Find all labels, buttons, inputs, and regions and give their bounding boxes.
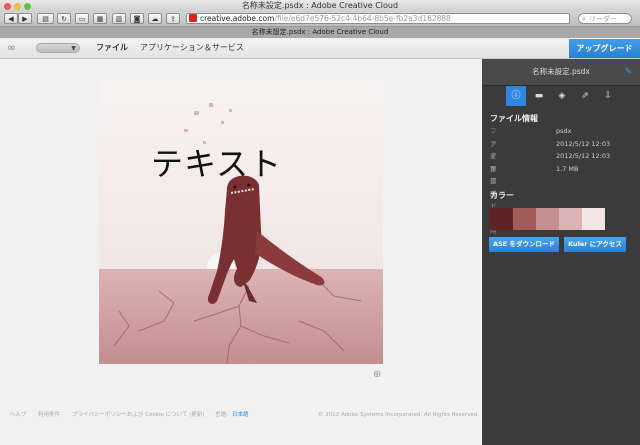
footer-terms-link[interactable]: 利用条件 [38, 407, 60, 423]
comment-icon: ▬ [534, 91, 544, 101]
page-footer: ヘルプ 利用条件 プライバシーポリシーおよび Cookie について (更新) … [0, 407, 482, 423]
color-swatch[interactable] [582, 208, 605, 230]
cloud-button[interactable]: ☁ [148, 13, 162, 24]
reader-icon: ▥ [115, 15, 123, 23]
bookmarks-button[interactable]: ▦ [93, 13, 107, 24]
tab-download[interactable]: ⇩ [598, 86, 618, 106]
ase-download-button[interactable]: ASE をダウンロード [489, 237, 559, 252]
forward-button[interactable]: ▶ [18, 13, 32, 24]
zoom-icon[interactable]: ⊕ [373, 369, 381, 380]
url-domain: creative.adobe.com [200, 14, 275, 23]
share-icon: ◙ [133, 15, 141, 23]
back-icon: ◀ [8, 15, 14, 23]
file-info-title: ファイル情報 [490, 114, 538, 123]
send-button[interactable]: ⇪ [166, 13, 180, 24]
share-button[interactable]: ◙ [130, 13, 144, 24]
account-dropdown[interactable]: ▼ [36, 43, 80, 53]
color-swatches [489, 208, 605, 230]
reader-button[interactable]: ▥ [112, 13, 126, 24]
sidebar-button[interactable]: ▤ [37, 13, 54, 24]
browser-toolbar: ◀ ▶ ▤ ↻ ▭ ▦ ▥ ◙ ☁ ⇪ creative.adobe.com/f… [0, 12, 640, 27]
layers-icon: ◈ [558, 91, 566, 101]
search-icon: ⌕ [582, 15, 586, 23]
zoom-window-button[interactable] [24, 3, 31, 10]
nav-apps-services[interactable]: アプリケーション＆サービス [140, 38, 244, 58]
cloud-icon: ☁ [151, 15, 159, 23]
chevron-down-icon: ▼ [71, 45, 76, 52]
panel-header: 名称未設定.psdx ✎ [482, 59, 640, 86]
adobe-favicon-icon [189, 14, 197, 22]
tab-info[interactable]: ⓘ [506, 86, 526, 106]
footer-privacy-link[interactable]: プライバシーポリシーおよび Cookie について (更新) [72, 407, 204, 423]
back-button[interactable]: ◀ [4, 13, 18, 24]
print-icon: ▭ [78, 15, 86, 23]
footer-language-label: 言語: [215, 412, 228, 418]
address-bar[interactable]: creative.adobe.com/file/e6d7e576-52c4-4b… [186, 13, 570, 24]
window-title: 名称未設定.psdx : Adobe Creative Cloud [241, 1, 399, 10]
print-button[interactable]: ▭ [75, 13, 89, 24]
artwork-preview[interactable]: テキスト [99, 81, 383, 364]
color-swatch[interactable] [489, 208, 513, 230]
reload-button[interactable]: ↻ [57, 13, 71, 24]
share-icon: ⇗ [581, 91, 589, 101]
color-swatch[interactable] [513, 208, 536, 230]
file-info-panel: 名称未設定.psdx ✎ ⓘ ▬ ◈ ⇗ ⇩ ファイル情報 ファイル形式 psdx… [482, 59, 640, 445]
tab-comments[interactable]: ▬ [529, 86, 549, 106]
artwork-illustration [99, 81, 383, 364]
color-swatch[interactable] [536, 208, 559, 230]
close-window-button[interactable] [4, 3, 11, 10]
file-preview-area: テキスト ⊕ ヘルプ 利用条件 プライバシーポリシーおよび Cookie につい… [0, 59, 482, 445]
url-path: /file/e6d7e576-52c4-4b64-8b5e-fb2a3d1628… [274, 14, 451, 23]
kuler-access-button[interactable]: Kuler にアクセス [564, 237, 626, 252]
nav-files[interactable]: ファイル [96, 38, 128, 58]
app-header: ∞ ▼ ファイル アプリケーション＆サービス [0, 38, 640, 59]
forward-icon: ▶ [22, 15, 28, 23]
search-placeholder: リーダー [589, 15, 617, 23]
artwork-text-layer: テキスト [151, 145, 283, 183]
footer-help-link[interactable]: ヘルプ [10, 407, 27, 423]
window-title-bar: 名称未設定.psdx : Adobe Creative Cloud [0, 0, 640, 12]
bookmarks-icon: ▦ [96, 15, 104, 23]
footer-copyright: © 2012 Adobe Systems Incorporated. All R… [318, 412, 480, 418]
reload-icon: ↻ [61, 15, 67, 23]
tab-layers[interactable]: ◈ [552, 86, 572, 106]
info-icon: ⓘ [511, 91, 521, 101]
browser-window: 名称未設定.psdx : Adobe Creative Cloud ◀ ▶ ▤ … [0, 0, 640, 445]
colors-title: カラー [490, 191, 514, 200]
upgrade-button[interactable]: アップグレード [569, 39, 640, 58]
sidebar-icon: ▤ [42, 15, 49, 23]
edit-pencil-icon[interactable]: ✎ [624, 59, 632, 85]
minimize-window-button[interactable] [14, 3, 21, 10]
send-icon: ⇪ [170, 15, 176, 23]
search-field[interactable]: ⌕ リーダー [578, 13, 632, 24]
tab-title: 名称未設定.psdx : Adobe Creative Cloud [251, 28, 389, 36]
creative-cloud-logo-icon[interactable]: ∞ [7, 42, 19, 54]
download-icon: ⇩ [604, 91, 612, 101]
footer-language-link[interactable]: 日本語 [232, 407, 249, 423]
panel-tabs: ⓘ ▬ ◈ ⇗ ⇩ [482, 86, 640, 106]
tab-share[interactable]: ⇗ [575, 86, 595, 106]
color-swatch[interactable] [559, 208, 582, 230]
panel-file-name: 名称未設定.psdx [532, 67, 590, 76]
